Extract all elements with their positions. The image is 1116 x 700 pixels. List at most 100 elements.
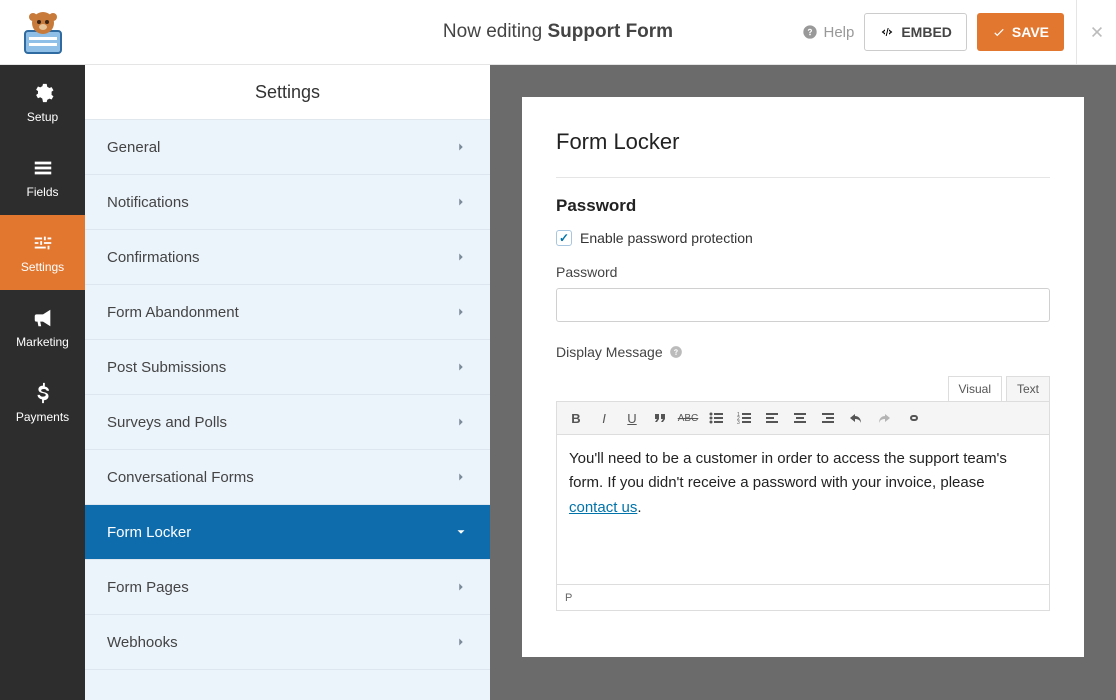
- bullhorn-icon: [32, 307, 54, 329]
- help-icon[interactable]: [669, 345, 683, 359]
- check-icon: [992, 25, 1006, 39]
- help-label: Help: [823, 24, 854, 41]
- divider: [556, 177, 1050, 178]
- chevron-right-icon: [454, 195, 468, 209]
- checkbox-icon: ✓: [556, 230, 572, 246]
- leftnav-item-payments[interactable]: Payments: [0, 365, 85, 440]
- settings-item-surveys-and-polls[interactable]: Surveys and Polls: [85, 395, 490, 450]
- embed-button[interactable]: EMBED: [864, 13, 967, 51]
- align-right-button[interactable]: [815, 405, 841, 431]
- leftnav-label: Setup: [27, 110, 58, 124]
- settings-item-post-submissions[interactable]: Post Submissions: [85, 340, 490, 395]
- underline-button[interactable]: U: [619, 405, 645, 431]
- settings-item-label: Conversational Forms: [107, 469, 254, 486]
- checkbox-label: Enable password protection: [580, 230, 753, 246]
- settings-item-label: Confirmations: [107, 249, 200, 266]
- leftnav-label: Marketing: [16, 335, 69, 349]
- form-name: Support Form: [547, 21, 673, 42]
- leftnav-item-marketing[interactable]: Marketing: [0, 290, 85, 365]
- leftnav-item-setup[interactable]: Setup: [0, 65, 85, 140]
- left-nav: Setup Fields Settings Marketing Payments: [0, 65, 85, 700]
- leftnav-label: Fields: [26, 185, 58, 199]
- undo-button[interactable]: [843, 405, 869, 431]
- settings-item-notifications[interactable]: Notifications: [85, 175, 490, 230]
- settings-item-label: Surveys and Polls: [107, 414, 227, 431]
- bullet-list-button[interactable]: [703, 405, 729, 431]
- link-button[interactable]: [899, 405, 925, 431]
- tab-text[interactable]: Text: [1006, 376, 1050, 401]
- help-link[interactable]: Help: [802, 24, 854, 41]
- editor-toolbar: B I U ABC 123: [556, 401, 1050, 435]
- chevron-right-icon: [454, 140, 468, 154]
- editor-tabs: Visual Text: [556, 376, 1050, 401]
- chevron-right-icon: [454, 415, 468, 429]
- close-icon: [1087, 22, 1107, 42]
- leftnav-item-fields[interactable]: Fields: [0, 140, 85, 215]
- settings-item-confirmations[interactable]: Confirmations: [85, 230, 490, 285]
- list-icon: [32, 157, 54, 179]
- bold-button[interactable]: B: [563, 405, 589, 431]
- settings-title: Settings: [85, 65, 490, 120]
- italic-button[interactable]: I: [591, 405, 617, 431]
- settings-item-form-locker[interactable]: Form Locker: [85, 505, 490, 560]
- settings-item-label: Notifications: [107, 194, 189, 211]
- contact-us-link[interactable]: contact us: [569, 499, 637, 516]
- app-logo: [0, 0, 85, 65]
- chevron-right-icon: [454, 470, 468, 484]
- panel-title: Form Locker: [556, 129, 1050, 155]
- settings-item-label: Form Abandonment: [107, 304, 239, 321]
- settings-item-form-pages[interactable]: Form Pages: [85, 560, 490, 615]
- settings-item-label: General: [107, 139, 160, 156]
- editing-title: Now editing Support Form: [443, 21, 673, 43]
- preview-area: Form Locker Password ✓ Enable password p…: [490, 65, 1116, 700]
- redo-button[interactable]: [871, 405, 897, 431]
- save-label: SAVE: [1012, 24, 1049, 40]
- chevron-right-icon: [454, 305, 468, 319]
- tab-visual[interactable]: Visual: [948, 376, 1002, 401]
- numbered-list-button[interactable]: 123: [731, 405, 757, 431]
- message-text: You'll need to be a customer in order to…: [569, 450, 1007, 491]
- dollar-icon: [32, 382, 54, 404]
- settings-item-label: Webhooks: [107, 634, 178, 651]
- leftnav-label: Payments: [16, 410, 69, 424]
- chevron-right-icon: [454, 360, 468, 374]
- settings-list: General Notifications Confirmations Form Ab…: [85, 120, 490, 700]
- settings-item-webhooks[interactable]: Webhooks: [85, 615, 490, 670]
- code-icon: [879, 24, 895, 40]
- settings-item-label: Post Submissions: [107, 359, 226, 376]
- enable-password-checkbox[interactable]: ✓ Enable password protection: [556, 230, 1050, 246]
- form-locker-panel: Form Locker Password ✓ Enable password p…: [522, 97, 1084, 657]
- sliders-icon: [32, 232, 54, 254]
- app-header: Now editing Support Form Help EMBED SAVE: [0, 0, 1116, 65]
- display-message-label-text: Display Message: [556, 344, 663, 360]
- settings-item-conversational-forms[interactable]: Conversational Forms: [85, 450, 490, 505]
- settings-item-general[interactable]: General: [85, 120, 490, 175]
- message-editor[interactable]: You'll need to be a customer in order to…: [556, 435, 1050, 585]
- editing-prefix: Now editing: [443, 21, 548, 42]
- settings-item-label: Form Pages: [107, 579, 189, 596]
- leftnav-label: Settings: [21, 260, 64, 274]
- save-button[interactable]: SAVE: [977, 13, 1064, 51]
- status-path: P: [565, 592, 572, 604]
- settings-item-form-abandonment[interactable]: Form Abandonment: [85, 285, 490, 340]
- display-message-label: Display Message: [556, 344, 1050, 360]
- section-title: Password: [556, 196, 1050, 216]
- leftnav-item-settings[interactable]: Settings: [0, 215, 85, 290]
- editor-status-bar: P: [556, 585, 1050, 611]
- password-label: Password: [556, 264, 1050, 280]
- chevron-right-icon: [454, 250, 468, 264]
- settings-column: Settings General Notifications Confirmatio…: [85, 65, 490, 700]
- message-text-tail: .: [637, 499, 641, 516]
- align-center-button[interactable]: [787, 405, 813, 431]
- strike-button[interactable]: ABC: [675, 405, 701, 431]
- chevron-right-icon: [454, 635, 468, 649]
- close-button[interactable]: [1076, 0, 1116, 65]
- blockquote-button[interactable]: [647, 405, 673, 431]
- align-left-button[interactable]: [759, 405, 785, 431]
- gear-icon: [32, 82, 54, 104]
- settings-item-label: Form Locker: [107, 524, 191, 541]
- password-input[interactable]: [556, 288, 1050, 322]
- help-icon: [802, 24, 818, 40]
- chevron-down-icon: [454, 525, 468, 539]
- embed-label: EMBED: [901, 24, 952, 40]
